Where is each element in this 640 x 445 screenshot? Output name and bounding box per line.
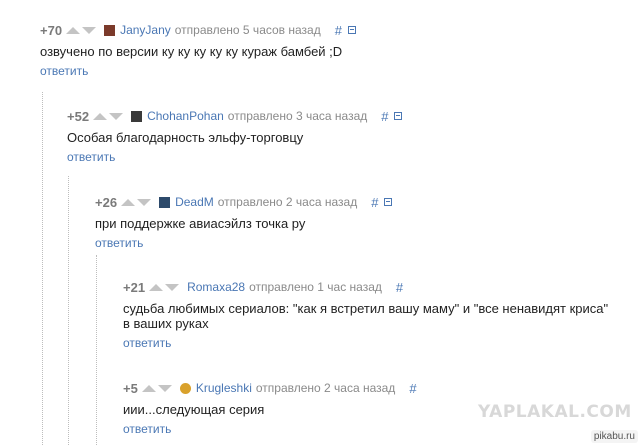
comment-timestamp: отправлено 1 час назад (249, 280, 382, 294)
avatar (159, 196, 171, 208)
permalink-hash[interactable]: # (381, 109, 388, 124)
comment-text: судьба любимых сериалов: "как я встретил… (123, 301, 609, 331)
comment-rating: +5 (123, 380, 138, 396)
collapse-icon[interactable] (347, 26, 356, 34)
vote-up-icon[interactable] (66, 26, 81, 34)
username-link[interactable]: JanyJany (120, 23, 171, 37)
comment-timestamp: отправлено 2 часа назад (217, 195, 358, 209)
collapse-icon[interactable] (384, 198, 393, 206)
avatar (179, 382, 191, 394)
permalink-hash[interactable]: # (396, 280, 403, 295)
watermark: YAPLAKAL.COM (478, 402, 632, 422)
username-link[interactable]: Romaxa28 (187, 280, 245, 294)
thread-line (96, 255, 97, 445)
reply-link[interactable]: ответить (95, 236, 143, 250)
reply-link[interactable]: ответить (40, 64, 88, 78)
comment-rating: +70 (40, 22, 63, 38)
comment: +21 Romaxa28 отправлено 1 час назад # су… (123, 279, 618, 352)
vote-up-icon[interactable] (149, 283, 164, 291)
username-link[interactable]: Krugleshki (196, 381, 252, 395)
comment-rating: +52 (67, 108, 90, 124)
avatar (104, 24, 116, 36)
comment-text: озвучено по версии ку ку ку ку ку кураж … (40, 44, 343, 59)
comment: +70 JanyJany отправлено 5 часов назад # … (40, 22, 600, 80)
vote-down-icon[interactable] (165, 283, 180, 291)
comment-timestamp: отправлено 3 часа назад (227, 109, 368, 123)
comment-header: +5 Krugleshki отправлено 2 часа назад # (123, 380, 618, 396)
comment-rating: +21 (123, 279, 146, 295)
avatar (131, 110, 143, 122)
reply-link[interactable]: ответить (67, 150, 115, 164)
permalink-hash[interactable]: # (409, 381, 416, 396)
comment-text: Особая благодарность эльфу-торговцу (67, 130, 304, 145)
permalink-hash[interactable]: # (371, 195, 378, 210)
vote-down-icon[interactable] (82, 26, 97, 34)
comment-header: +21 Romaxa28 отправлено 1 час назад # (123, 279, 618, 295)
comment-timestamp: отправлено 2 часа назад (255, 381, 396, 395)
reply-link[interactable]: ответить (123, 336, 171, 350)
comment-text: при поддержке авиасэйлз точка ру (95, 216, 306, 231)
comment-rating: +26 (95, 194, 118, 210)
vote-up-icon[interactable] (141, 384, 156, 392)
thread-line (42, 92, 43, 445)
username-link[interactable]: ChohanPohan (147, 109, 224, 123)
comment-header: +70 JanyJany отправлено 5 часов назад # (40, 22, 600, 38)
permalink-hash[interactable]: # (335, 23, 342, 38)
comment-header: +52 ChohanPohan отправлено 3 часа назад … (67, 108, 607, 124)
comment-header: +26 DeadM отправлено 2 часа назад # (95, 194, 615, 210)
username-link[interactable]: DeadM (175, 195, 214, 209)
comment: +26 DeadM отправлено 2 часа назад # при … (95, 194, 615, 252)
vote-down-icon[interactable] (109, 112, 124, 120)
vote-up-icon[interactable] (93, 112, 108, 120)
thread-line (68, 176, 69, 445)
vote-up-icon[interactable] (121, 198, 136, 206)
comment-timestamp: отправлено 5 часов назад (174, 23, 321, 37)
site-badge: pikabu.ru (590, 430, 638, 443)
vote-down-icon[interactable] (137, 198, 152, 206)
reply-link[interactable]: ответить (123, 422, 171, 436)
vote-down-icon[interactable] (157, 384, 172, 392)
collapse-icon[interactable] (394, 112, 403, 120)
comment: +52 ChohanPohan отправлено 3 часа назад … (67, 108, 607, 166)
